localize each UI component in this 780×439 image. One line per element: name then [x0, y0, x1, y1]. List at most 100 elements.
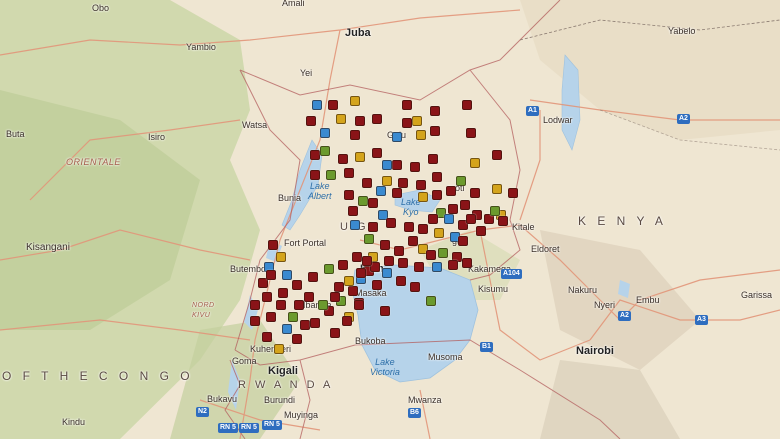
- map-marker[interactable]: [432, 172, 442, 182]
- map-marker[interactable]: [404, 222, 414, 232]
- map-marker[interactable]: [414, 262, 424, 272]
- map-marker[interactable]: [416, 130, 426, 140]
- map-marker[interactable]: [470, 188, 480, 198]
- map-marker[interactable]: [432, 190, 442, 200]
- map-marker[interactable]: [355, 116, 365, 126]
- map-marker[interactable]: [498, 216, 508, 226]
- map-marker[interactable]: [352, 252, 362, 262]
- map-marker[interactable]: [492, 184, 502, 194]
- map-marker[interactable]: [300, 320, 310, 330]
- map-marker[interactable]: [490, 206, 500, 216]
- map-marker[interactable]: [276, 252, 286, 262]
- map-marker[interactable]: [446, 186, 456, 196]
- map-marker[interactable]: [476, 226, 486, 236]
- map-marker[interactable]: [310, 318, 320, 328]
- map-marker[interactable]: [426, 296, 436, 306]
- map-marker[interactable]: [338, 154, 348, 164]
- map-marker[interactable]: [412, 116, 422, 126]
- map-marker[interactable]: [348, 286, 358, 296]
- map-marker[interactable]: [382, 268, 392, 278]
- map-marker[interactable]: [402, 118, 412, 128]
- map-marker[interactable]: [350, 220, 360, 230]
- map-marker[interactable]: [354, 300, 364, 310]
- map-marker[interactable]: [334, 282, 344, 292]
- map-marker[interactable]: [408, 236, 418, 246]
- map-view[interactable]: Obo Amali Juba Yambio Yabelo Yei Buta Is…: [0, 0, 780, 439]
- map-marker[interactable]: [344, 276, 354, 286]
- map-marker[interactable]: [364, 234, 374, 244]
- map-marker[interactable]: [306, 116, 316, 126]
- map-marker[interactable]: [282, 270, 292, 280]
- map-marker[interactable]: [492, 150, 502, 160]
- map-marker[interactable]: [402, 100, 412, 110]
- map-marker[interactable]: [292, 334, 302, 344]
- map-marker[interactable]: [460, 200, 470, 210]
- map-marker[interactable]: [250, 316, 260, 326]
- map-marker[interactable]: [392, 188, 402, 198]
- map-marker[interactable]: [438, 248, 448, 258]
- map-marker[interactable]: [326, 170, 336, 180]
- map-marker[interactable]: [410, 162, 420, 172]
- map-marker[interactable]: [320, 128, 330, 138]
- map-marker[interactable]: [456, 176, 466, 186]
- map-marker[interactable]: [282, 324, 292, 334]
- map-marker[interactable]: [394, 246, 404, 256]
- map-marker[interactable]: [372, 114, 382, 124]
- map-marker[interactable]: [324, 264, 334, 274]
- map-marker[interactable]: [368, 198, 378, 208]
- map-marker[interactable]: [470, 158, 480, 168]
- map-marker[interactable]: [432, 262, 442, 272]
- map-marker[interactable]: [344, 190, 354, 200]
- map-marker[interactable]: [462, 258, 472, 268]
- map-marker[interactable]: [444, 214, 454, 224]
- map-marker[interactable]: [350, 96, 360, 106]
- map-marker[interactable]: [362, 256, 372, 266]
- map-marker[interactable]: [466, 214, 476, 224]
- map-marker[interactable]: [336, 114, 346, 124]
- map-marker[interactable]: [266, 312, 276, 322]
- map-marker[interactable]: [266, 270, 276, 280]
- map-marker[interactable]: [430, 126, 440, 136]
- map-marker[interactable]: [392, 132, 402, 142]
- map-marker[interactable]: [458, 236, 468, 246]
- map-marker[interactable]: [386, 218, 396, 228]
- map-marker[interactable]: [372, 280, 382, 290]
- map-marker[interactable]: [418, 224, 428, 234]
- map-marker[interactable]: [426, 250, 436, 260]
- map-marker[interactable]: [382, 176, 392, 186]
- map-marker[interactable]: [350, 130, 360, 140]
- map-marker[interactable]: [250, 300, 260, 310]
- map-marker[interactable]: [308, 272, 318, 282]
- map-marker[interactable]: [396, 276, 406, 286]
- map-marker[interactable]: [418, 192, 428, 202]
- map-marker[interactable]: [462, 100, 472, 110]
- map-marker[interactable]: [310, 170, 320, 180]
- map-marker[interactable]: [392, 160, 402, 170]
- map-marker[interactable]: [430, 106, 440, 116]
- map-marker[interactable]: [376, 186, 386, 196]
- map-marker[interactable]: [318, 300, 328, 310]
- map-marker[interactable]: [434, 228, 444, 238]
- map-marker[interactable]: [384, 256, 394, 266]
- map-marker[interactable]: [416, 180, 426, 190]
- map-marker[interactable]: [262, 292, 272, 302]
- map-marker[interactable]: [328, 100, 338, 110]
- map-marker[interactable]: [344, 168, 354, 178]
- map-marker[interactable]: [288, 312, 298, 322]
- map-marker[interactable]: [398, 178, 408, 188]
- map-marker[interactable]: [268, 240, 278, 250]
- map-marker[interactable]: [356, 268, 366, 278]
- map-marker[interactable]: [380, 240, 390, 250]
- map-marker[interactable]: [348, 206, 358, 216]
- map-marker[interactable]: [372, 148, 382, 158]
- map-marker[interactable]: [355, 152, 365, 162]
- map-marker[interactable]: [448, 260, 458, 270]
- map-marker[interactable]: [508, 188, 518, 198]
- map-marker[interactable]: [398, 258, 408, 268]
- map-marker[interactable]: [294, 300, 304, 310]
- map-marker[interactable]: [330, 328, 340, 338]
- map-marker[interactable]: [274, 344, 284, 354]
- map-marker[interactable]: [278, 288, 288, 298]
- map-marker[interactable]: [362, 178, 372, 188]
- map-marker[interactable]: [342, 316, 352, 326]
